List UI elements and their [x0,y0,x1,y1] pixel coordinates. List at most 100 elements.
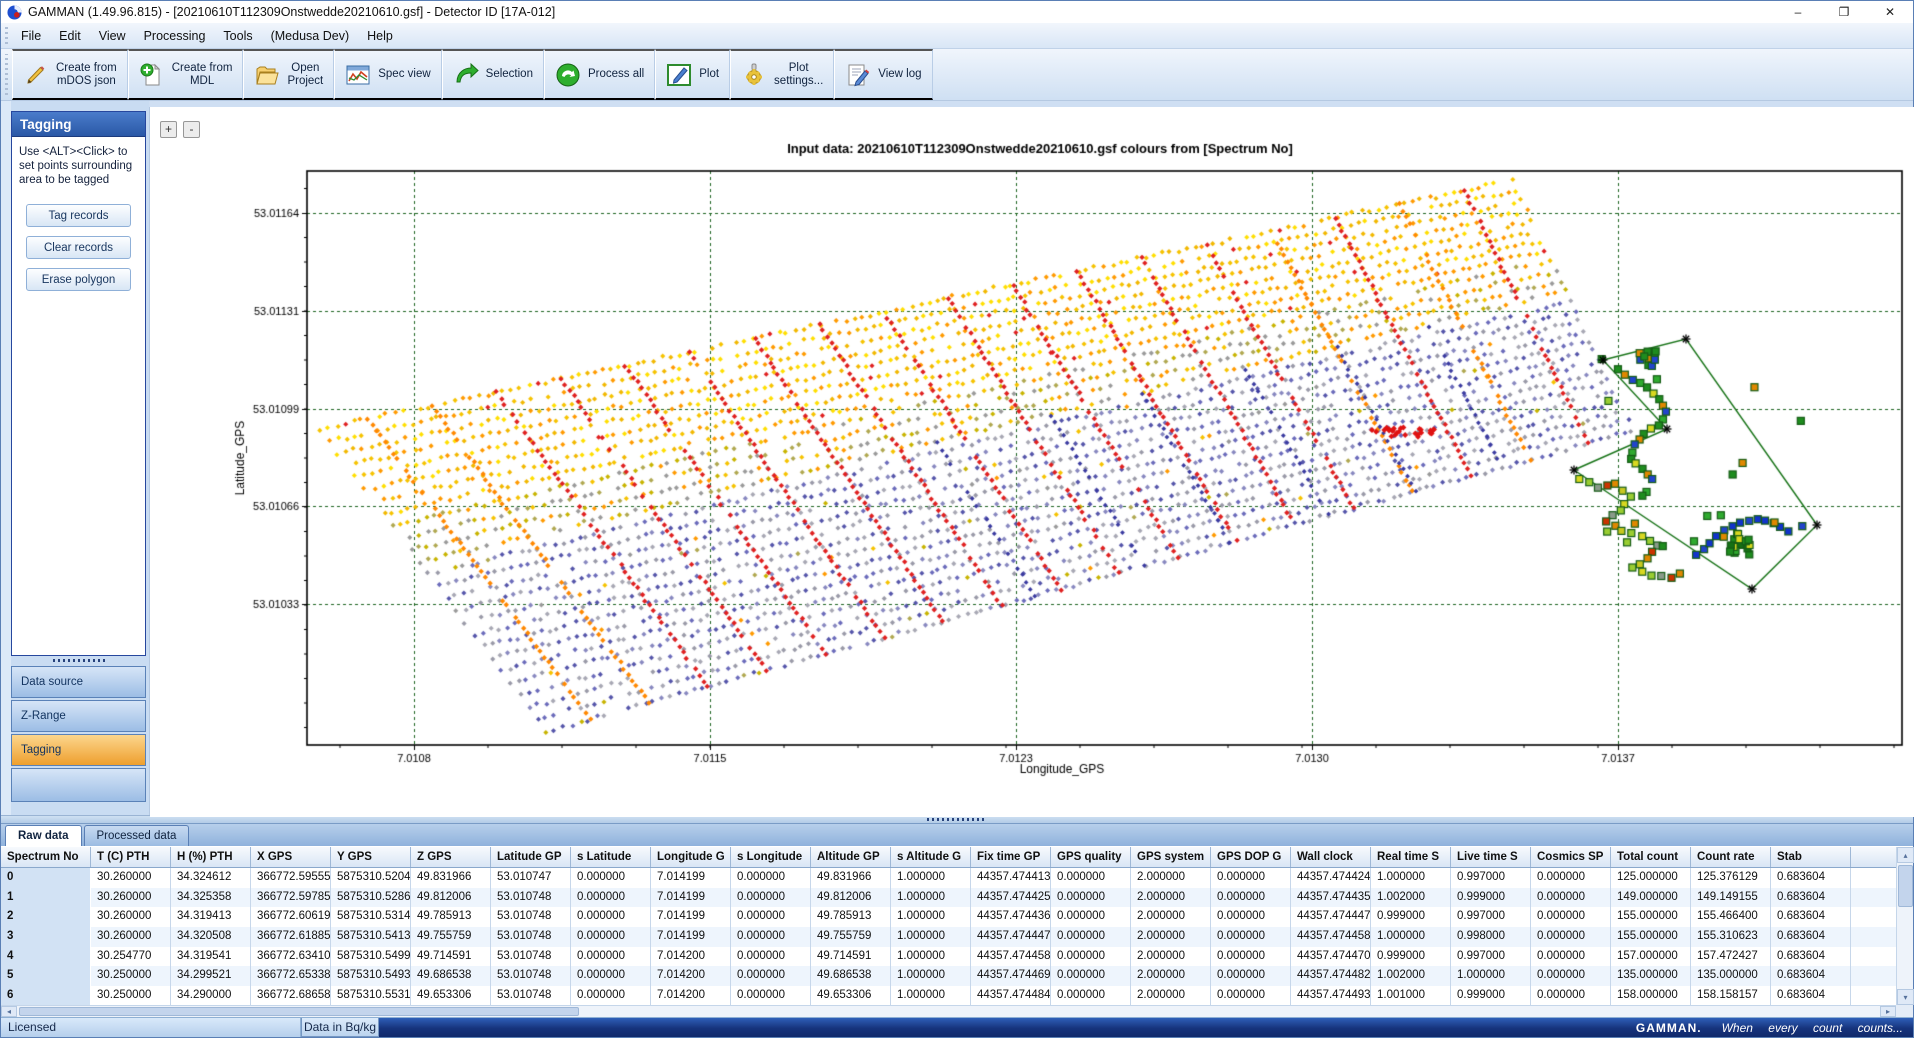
toolbar-button-label-line: MDL [172,75,233,88]
menu-item-tools[interactable]: Tools [214,23,261,48]
menu-item-view[interactable]: View [90,23,135,48]
scroll-thumb[interactable] [1898,865,1913,907]
table-cell: 1.000000 [891,966,971,986]
toolbar-button-label-line: Plot [774,62,823,75]
table-row[interactable]: 430.25477034.319541366772.634105875310.5… [1,947,1896,967]
column-header-altitude-gp[interactable]: Altitude GP [811,847,891,867]
create-from-mdos-json-button[interactable]: Create frommDOS json [12,49,128,100]
column-header-real-time-s[interactable]: Real time S [1371,847,1451,867]
minimize-button[interactable]: – [1775,1,1821,23]
table-cell: 53.010747 [491,868,571,888]
erase-polygon-button[interactable]: Erase polygon [26,268,131,291]
table-cell: 34.290000 [171,986,251,1005]
process-all-button[interactable]: Process all [544,49,655,100]
open-project-button[interactable]: OpenProject [243,49,334,100]
table-row[interactable]: 130.26000034.325358366772.597855875310.5… [1,888,1896,908]
table-cell: 30.250000 [91,966,171,986]
plot-settings-button[interactable]: Plotsettings... [730,49,834,100]
menu-item-help[interactable]: Help [358,23,402,48]
column-header-stab[interactable]: Stab [1771,847,1851,867]
table-cell: 2.000000 [1131,966,1211,986]
column-header-cosmics-sp[interactable]: Cosmics SP [1531,847,1611,867]
column-header-fix-time-gp[interactable]: Fix time GP [971,847,1051,867]
plot-pencil-icon [666,62,692,88]
maximize-button[interactable]: ❐ [1821,1,1867,23]
scroll-right-button[interactable]: ▸ [1880,1006,1896,1017]
menu-item-file[interactable]: File [12,23,50,48]
column-header-gps-system[interactable]: GPS system [1131,847,1211,867]
column-header-z-gps[interactable]: Z GPS [411,847,491,867]
table-row[interactable]: 630.25000034.290000366772.686585875310.5… [1,986,1896,1005]
column-header-t-c-pth[interactable]: T (C) PTH [91,847,171,867]
menu-item-edit[interactable]: Edit [50,23,90,48]
tab-raw-data[interactable]: Raw data [5,825,82,846]
table-cell: 49.812006 [811,888,891,908]
menu-item-medusa-dev[interactable]: (Medusa Dev) [262,23,359,48]
units-status[interactable]: Data in Bq/kg [301,1018,379,1037]
tag-records-button[interactable]: Tag records [26,204,131,227]
column-header-gps-quality[interactable]: GPS quality [1051,847,1131,867]
table-cell: 0.000000 [571,947,651,967]
table-cell: 0.000000 [1051,927,1131,947]
accordion-item-data-source[interactable]: Data source [11,666,146,698]
table-cell: 0.000000 [571,888,651,908]
column-header-longitude-g[interactable]: Longitude G [651,847,731,867]
table-cell: 1.000000 [1451,966,1531,986]
table-cell: 0.000000 [1051,888,1131,908]
table-row[interactable]: 330.26000034.320508366772.618855875310.5… [1,927,1896,947]
table-cell: 0.000000 [731,927,811,947]
table-cell: 135.000000 [1611,966,1691,986]
table-row[interactable]: 230.26000034.319413366772.606195875310.5… [1,907,1896,927]
table-cell: 155.310623 [1691,927,1771,947]
view-log-button[interactable]: View log [834,49,932,100]
vertical-scrollbar[interactable]: ▴ ▾ [1896,847,1913,1005]
column-header-y-gps[interactable]: Y GPS [331,847,411,867]
column-header-wall-clock[interactable]: Wall clock [1291,847,1371,867]
spec-view-button[interactable]: Spec view [334,49,441,100]
column-header-s-altitude-g[interactable]: s Altitude G [891,847,971,867]
close-button[interactable]: ✕ [1867,1,1913,23]
column-header-live-time-s[interactable]: Live time S [1451,847,1531,867]
table-row[interactable]: 530.25000034.299521366772.653385875310.5… [1,966,1896,986]
drag-grip-icon [5,54,8,95]
tab-processed-data[interactable]: Processed data [84,825,190,846]
column-header-latitude-gp[interactable]: Latitude GP [491,847,571,867]
zoom-in-button[interactable]: + [160,121,177,138]
clear-records-button[interactable]: Clear records [26,236,131,259]
table-cell: 0.000000 [1531,907,1611,927]
column-header-gps-dop-g[interactable]: GPS DOP G [1211,847,1291,867]
scroll-left-button[interactable]: ◂ [1,1006,17,1017]
table-cell: 30.260000 [91,868,171,888]
selection-button[interactable]: Selection [442,49,544,100]
tagging-panel-title: Tagging [12,112,145,137]
table-cell: 0.997000 [1451,947,1531,967]
table-cell: 0.683604 [1771,966,1851,986]
column-header-h-pth[interactable]: H (%) PTH [171,847,251,867]
status-bar: Licensed Data in Bq/kg GAMMAN. When ever… [1,1017,1913,1037]
table-cell: 0.000000 [1051,907,1131,927]
table-row[interactable]: 030.26000034.324612366772.595555875310.5… [1,868,1896,888]
toolbar-button-label: Plot [699,68,719,81]
column-header-s-longitude[interactable]: s Longitude [731,847,811,867]
column-header-count-rate[interactable]: Count rate [1691,847,1771,867]
table-cell: 44357.474424 [1291,868,1371,888]
create-from-mdl-button[interactable]: Create fromMDL [128,49,244,100]
horizontal-scrollbar[interactable]: ◂ ▸ [1,1005,1896,1017]
accordion-item-tagging[interactable]: Tagging [11,734,146,766]
column-header-x-gps[interactable]: X GPS [251,847,331,867]
column-header-spectrum-no[interactable]: Spectrum No [1,847,91,867]
column-header-total-count[interactable]: Total count [1611,847,1691,867]
accordion-item-empty[interactable] [11,768,146,802]
plot-button[interactable]: Plot [655,49,730,100]
column-header-s-latitude[interactable]: s Latitude [571,847,651,867]
scroll-up-button[interactable]: ▴ [1897,847,1914,863]
table-cell: 0.000000 [1211,986,1291,1005]
menu-item-processing[interactable]: Processing [135,23,215,48]
table-cell: 366772.63410 [251,947,331,967]
scroll-thumb[interactable] [19,1007,579,1016]
zoom-out-button[interactable]: - [183,121,200,138]
accordion-item-z-range[interactable]: Z-Range [11,700,146,732]
scroll-down-button[interactable]: ▾ [1897,989,1914,1005]
panel-splitter[interactable] [11,657,146,664]
map-plot-canvas[interactable] [150,107,1914,817]
